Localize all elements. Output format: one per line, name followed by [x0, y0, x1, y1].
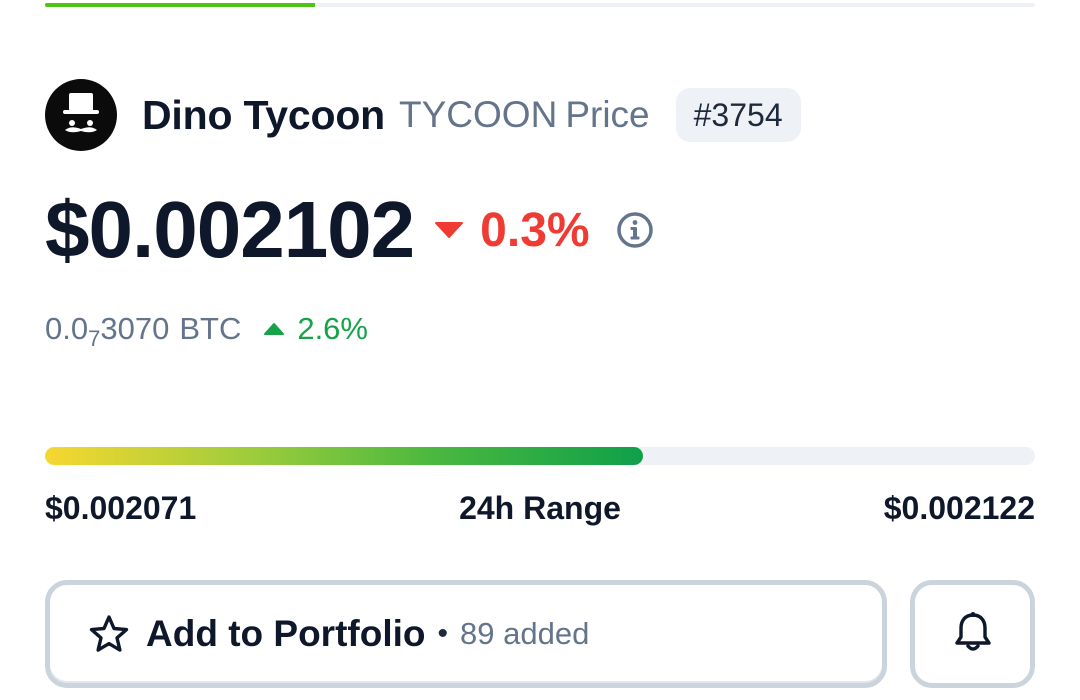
price-alert-button[interactable] [910, 580, 1035, 688]
caret-up-icon [264, 323, 285, 335]
portfolio-added-count: 89 added [460, 616, 590, 651]
coin-title-row: Dino Tycoon TYCOON Price #3754 [45, 78, 801, 152]
btc-price-digits: 3070 [100, 311, 170, 346]
top-hat-mustache-icon [63, 93, 99, 133]
range-bar-fill [45, 447, 643, 465]
star-icon [88, 613, 130, 655]
page-progress-fill [45, 3, 316, 7]
range-bar [45, 447, 1035, 465]
btc-zero-count: 7 [88, 326, 101, 351]
btc-change: 2.6% [263, 311, 368, 347]
info-icon[interactable] [616, 211, 654, 249]
coin-name: Dino Tycoon [142, 91, 386, 138]
coin-logo [45, 79, 117, 151]
btc-price-row: 0.0 7 3070 BTC 2.6% [45, 306, 368, 352]
page-progress-bar [45, 3, 1035, 7]
coin-symbol: TYCOON [399, 94, 558, 135]
usd-price: $0.002102 [45, 185, 415, 274]
rank-badge: #3754 [675, 88, 801, 142]
price-label: Price [565, 94, 650, 135]
price-row: $0.002102 0.3% [45, 180, 654, 280]
separator-dot: • [437, 617, 449, 650]
caret-down-icon [435, 222, 464, 238]
btc-change-value: 2.6% [297, 311, 368, 346]
bell-icon [953, 611, 993, 658]
range-high: $0.002122 [883, 490, 1035, 526]
usd-change: 0.3% [434, 203, 590, 258]
btc-price-prefix: 0.0 [45, 311, 89, 346]
add-to-portfolio-button[interactable]: Add to Portfolio • 89 added [45, 580, 887, 688]
btc-unit: BTC [179, 311, 242, 346]
coin-price-header: Dino Tycoon TYCOON Price #3754 $0.002102… [0, 0, 1080, 700]
range-labels: $0.002071 24h Range $0.002122 [45, 490, 1035, 532]
usd-change-value: 0.3% [480, 203, 590, 257]
portfolio-button-label: Add to Portfolio [146, 613, 426, 654]
